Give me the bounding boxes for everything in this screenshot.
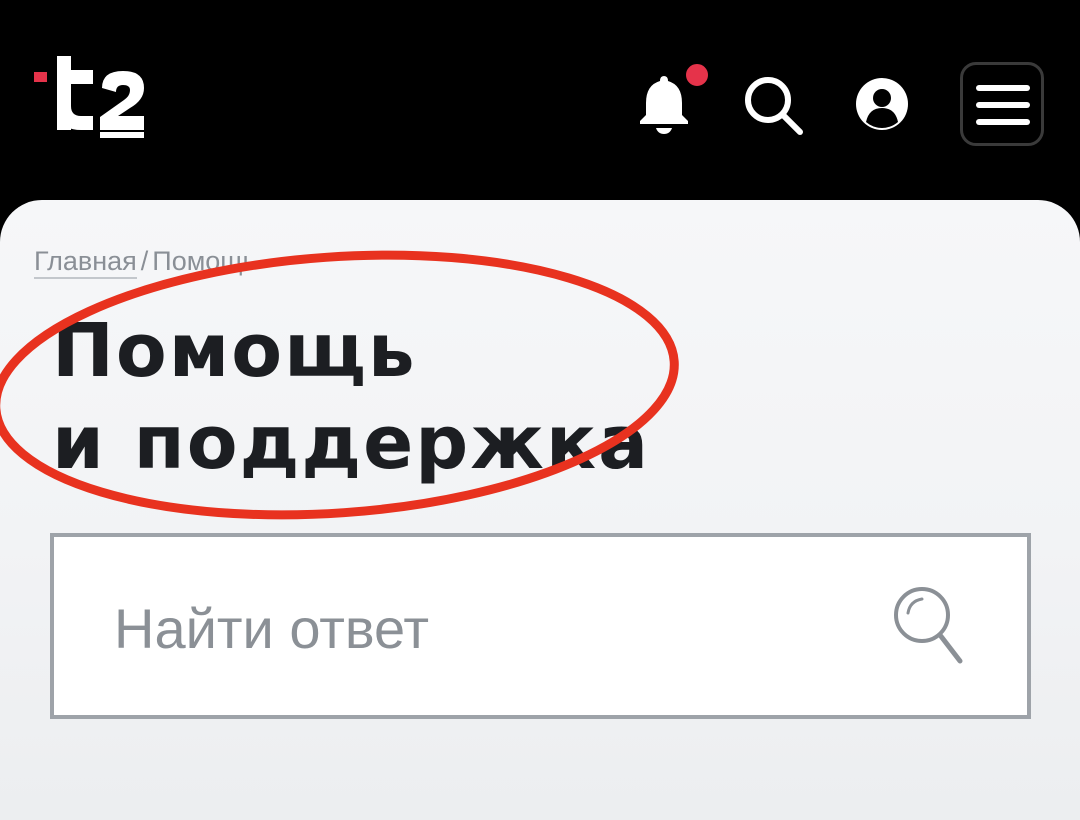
top-header <box>0 0 1080 215</box>
search-input[interactable] <box>112 577 876 679</box>
search-icon[interactable] <box>890 583 966 667</box>
page-title: Помощь и поддержка <box>52 305 650 489</box>
page-title-line-1: Помощь <box>52 308 417 394</box>
search-box <box>50 533 1031 719</box>
t2-logo[interactable] <box>30 50 150 145</box>
profile-icon[interactable] <box>855 77 909 131</box>
menu-button[interactable] <box>960 62 1044 146</box>
search-icon[interactable] <box>742 74 804 136</box>
breadcrumb-separator: / <box>140 246 149 276</box>
page-title-line-2: и поддержка <box>52 400 651 486</box>
menu-icon <box>976 85 1030 125</box>
notification-dot <box>683 61 711 89</box>
breadcrumb-home-link[interactable]: Главная <box>34 246 137 279</box>
breadcrumb-current: Помощь <box>152 246 257 276</box>
breadcrumb: Главная / Помощь <box>34 246 257 279</box>
content-card <box>0 200 1080 820</box>
